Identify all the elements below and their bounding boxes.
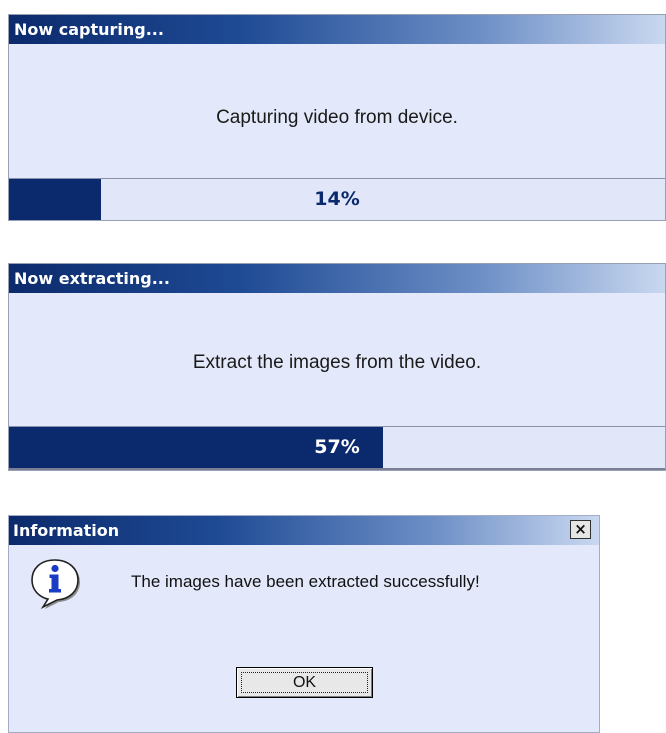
close-icon: × bbox=[574, 520, 587, 538]
extracting-dialog-title: Now extracting... bbox=[9, 264, 665, 293]
ok-button[interactable]: OK bbox=[236, 667, 373, 698]
extracting-progress-label: 57% bbox=[314, 436, 360, 458]
capturing-progress-bar: 14% bbox=[9, 178, 665, 220]
info-icon bbox=[31, 559, 80, 609]
extracting-progress-bar: 57% bbox=[9, 426, 665, 470]
information-dialog: Information × The images have been extra… bbox=[8, 515, 600, 733]
capturing-dialog-title: Now capturing... bbox=[9, 15, 665, 44]
extracting-message: Extract the images from the video. bbox=[192, 352, 482, 373]
capturing-dialog: Now capturing... Capturing video from de… bbox=[8, 14, 666, 221]
information-message: The images have been extracted successfu… bbox=[131, 572, 480, 591]
capturing-progress-label: 14% bbox=[314, 188, 360, 210]
information-dialog-title: Information bbox=[9, 516, 599, 545]
extracting-dialog: Now extracting... Extract the images fro… bbox=[8, 263, 666, 471]
close-button[interactable]: × bbox=[570, 520, 591, 539]
capturing-message: Capturing video from device. bbox=[216, 107, 458, 128]
